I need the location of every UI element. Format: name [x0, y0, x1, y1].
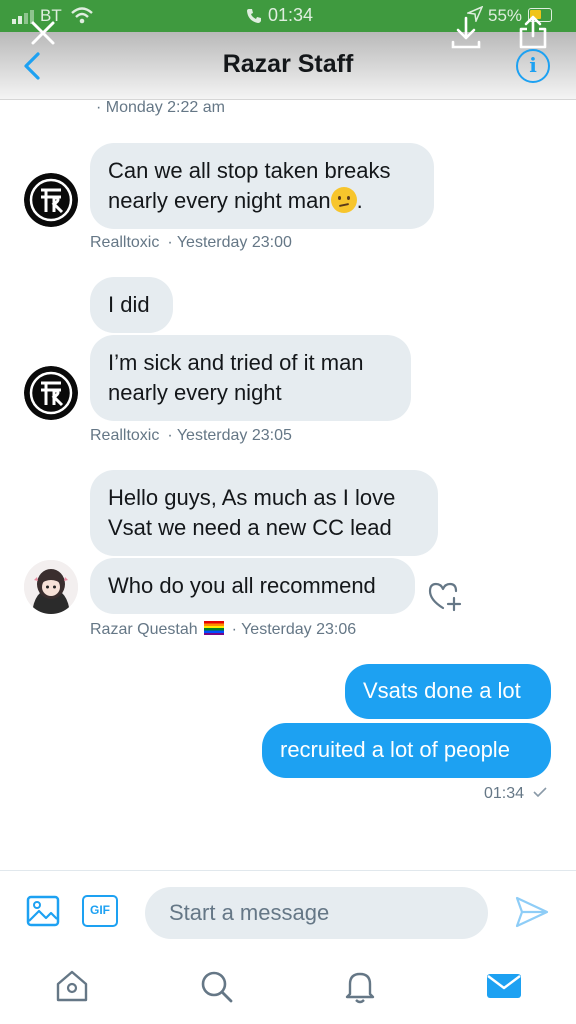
message-time: 01:34	[484, 785, 525, 802]
sent-message-bubble[interactable]: Vsats done a lot	[345, 664, 551, 719]
close-icon[interactable]	[30, 20, 56, 46]
rainbow-flag-icon	[203, 621, 224, 635]
message-text: .	[356, 188, 363, 213]
avatar[interactable]	[24, 366, 78, 420]
message-input[interactable]	[145, 887, 488, 939]
wifi-icon	[71, 7, 93, 24]
sent-message-bubble[interactable]: recruited a lot of people	[262, 723, 551, 778]
search-icon[interactable]	[196, 966, 236, 1006]
avatar[interactable]	[24, 560, 78, 614]
home-icon[interactable]	[52, 966, 92, 1006]
sent-message-meta: 01:34	[484, 785, 547, 803]
phone-icon	[247, 8, 261, 23]
gif-button[interactable]: GIF	[82, 895, 118, 927]
message-bubble[interactable]: I’m sick and tried of it man nearly ever…	[90, 335, 411, 421]
message-meta: Razar Questah · Yesterday 23:06	[90, 621, 360, 639]
conversation-header: Razar Staff i	[0, 32, 576, 100]
message-time: · Yesterday 23:05	[167, 427, 292, 444]
message-text: Vsats done a lot	[363, 678, 521, 703]
status-time: 01:34	[268, 5, 314, 25]
download-icon[interactable]	[450, 16, 482, 50]
message-composer: GIF	[0, 870, 576, 952]
image-icon[interactable]	[26, 895, 60, 927]
message-text: recruited a lot of people	[280, 737, 510, 762]
message-text: Hello guys, As much as I love Vsat we ne…	[108, 485, 396, 540]
message-bubble[interactable]: Can we all stop taken breaks nearly ever…	[90, 143, 434, 229]
message-time: · Yesterday 23:00	[167, 234, 292, 251]
message-bubble[interactable]: Who do you all recommend	[90, 558, 415, 614]
day-timestamp: · Monday 2:22 am	[96, 99, 225, 116]
message-text: I’m sick and tried of it man nearly ever…	[108, 350, 364, 405]
confused-face-icon	[330, 187, 357, 213]
message-meta: Realltoxic · Yesterday 23:05	[90, 427, 296, 445]
share-icon[interactable]	[518, 14, 548, 50]
sender-name[interactable]: Realltoxic	[90, 427, 159, 444]
info-icon[interactable]: i	[516, 49, 550, 83]
anime-avatar-icon	[24, 560, 78, 614]
conversation-title: Razar Staff	[222, 50, 354, 78]
message-text: Who do you all recommend	[108, 573, 376, 598]
tab-bar	[0, 952, 576, 1024]
heart-add-icon[interactable]	[426, 580, 464, 614]
bell-icon[interactable]	[340, 966, 380, 1006]
message-text: I did	[108, 292, 150, 317]
realltoxic-logo-icon	[24, 173, 78, 227]
message-time: · Yesterday 23:06	[231, 621, 357, 638]
status-bar: BT 01:34 55%	[0, 0, 576, 32]
call-indicator[interactable]: 01:34	[246, 5, 313, 26]
message-bubble[interactable]: Hello guys, As much as I love Vsat we ne…	[90, 470, 438, 556]
sent-check-icon	[532, 787, 547, 798]
battery-percent: 55%	[488, 6, 523, 25]
realltoxic-logo-icon	[24, 366, 78, 420]
message-meta: Realltoxic · Yesterday 23:00	[90, 234, 296, 252]
message-bubble[interactable]: I did	[90, 277, 173, 333]
sender-name[interactable]: Realltoxic	[90, 234, 159, 251]
avatar[interactable]	[24, 173, 78, 227]
mail-icon[interactable]	[484, 966, 524, 1006]
sender-name[interactable]: Razar Questah	[90, 621, 198, 638]
send-icon[interactable]	[514, 895, 550, 929]
